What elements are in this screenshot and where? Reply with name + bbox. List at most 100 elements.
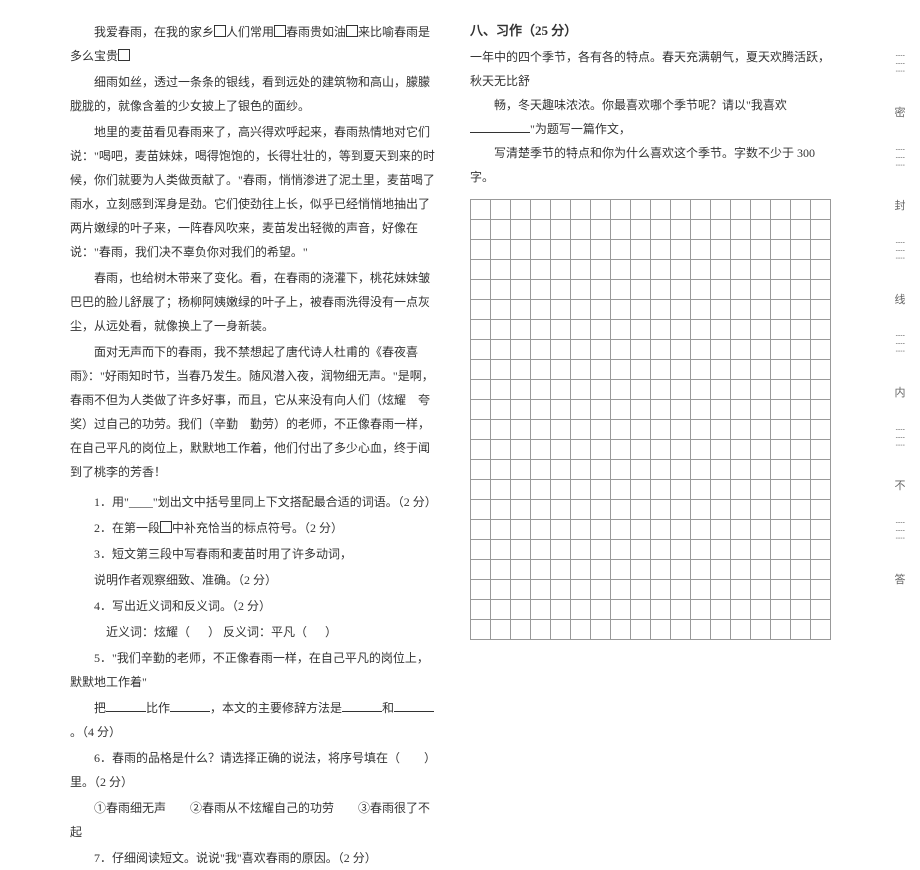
grid-cell[interactable]: [611, 460, 631, 480]
grid-cell[interactable]: [731, 240, 751, 260]
grid-cell[interactable]: [811, 380, 831, 400]
grid-cell[interactable]: [711, 520, 731, 540]
grid-cell[interactable]: [771, 240, 791, 260]
grid-cell[interactable]: [671, 200, 691, 220]
grid-cell[interactable]: [691, 500, 711, 520]
grid-cell[interactable]: [591, 340, 611, 360]
grid-cell[interactable]: [551, 360, 571, 380]
grid-cell[interactable]: [571, 320, 591, 340]
grid-cell[interactable]: [511, 380, 531, 400]
grid-cell[interactable]: [651, 500, 671, 520]
grid-cell[interactable]: [711, 360, 731, 380]
grid-cell[interactable]: [511, 280, 531, 300]
grid-cell[interactable]: [651, 580, 671, 600]
grid-cell[interactable]: [611, 260, 631, 280]
grid-cell[interactable]: [531, 240, 551, 260]
grid-cell[interactable]: [611, 300, 631, 320]
grid-cell[interactable]: [491, 260, 511, 280]
grid-cell[interactable]: [551, 320, 571, 340]
grid-cell[interactable]: [811, 520, 831, 540]
grid-cell[interactable]: [571, 300, 591, 320]
grid-cell[interactable]: [531, 460, 551, 480]
grid-cell[interactable]: [531, 320, 551, 340]
grid-cell[interactable]: [571, 540, 591, 560]
grid-cell[interactable]: [631, 480, 651, 500]
grid-cell[interactable]: [751, 260, 771, 280]
grid-cell[interactable]: [611, 380, 631, 400]
grid-cell[interactable]: [511, 260, 531, 280]
grid-cell[interactable]: [691, 540, 711, 560]
grid-cell[interactable]: [571, 220, 591, 240]
grid-cell[interactable]: [791, 520, 811, 540]
grid-cell[interactable]: [631, 200, 651, 220]
grid-cell[interactable]: [751, 300, 771, 320]
grid-cell[interactable]: [631, 280, 651, 300]
grid-cell[interactable]: [571, 600, 591, 620]
grid-cell[interactable]: [711, 320, 731, 340]
grid-cell[interactable]: [811, 560, 831, 580]
grid-cell[interactable]: [711, 260, 731, 280]
grid-cell[interactable]: [631, 260, 651, 280]
grid-cell[interactable]: [771, 540, 791, 560]
grid-cell[interactable]: [531, 560, 551, 580]
grid-cell[interactable]: [691, 260, 711, 280]
grid-cell[interactable]: [771, 360, 791, 380]
grid-cell[interactable]: [651, 320, 671, 340]
grid-cell[interactable]: [691, 600, 711, 620]
grid-cell[interactable]: [611, 280, 631, 300]
grid-cell[interactable]: [691, 400, 711, 420]
grid-cell[interactable]: [811, 400, 831, 420]
grid-cell[interactable]: [671, 340, 691, 360]
grid-cell[interactable]: [751, 200, 771, 220]
grid-cell[interactable]: [811, 420, 831, 440]
grid-cell[interactable]: [511, 300, 531, 320]
grid-cell[interactable]: [471, 500, 491, 520]
grid-cell[interactable]: [651, 520, 671, 540]
grid-cell[interactable]: [791, 420, 811, 440]
grid-cell[interactable]: [631, 560, 651, 580]
grid-cell[interactable]: [531, 480, 551, 500]
grid-cell[interactable]: [611, 360, 631, 380]
grid-cell[interactable]: [611, 420, 631, 440]
grid-cell[interactable]: [531, 400, 551, 420]
grid-cell[interactable]: [651, 260, 671, 280]
grid-cell[interactable]: [631, 220, 651, 240]
blank-input[interactable]: [394, 698, 434, 712]
grid-cell[interactable]: [671, 600, 691, 620]
grid-cell[interactable]: [731, 360, 751, 380]
grid-cell[interactable]: [791, 380, 811, 400]
grid-cell[interactable]: [471, 280, 491, 300]
grid-cell[interactable]: [591, 320, 611, 340]
grid-cell[interactable]: [611, 400, 631, 420]
grid-cell[interactable]: [671, 580, 691, 600]
grid-cell[interactable]: [591, 480, 611, 500]
grid-cell[interactable]: [751, 500, 771, 520]
grid-cell[interactable]: [571, 400, 591, 420]
grid-cell[interactable]: [651, 440, 671, 460]
grid-cell[interactable]: [471, 360, 491, 380]
grid-cell[interactable]: [591, 540, 611, 560]
grid-cell[interactable]: [771, 600, 791, 620]
grid-cell[interactable]: [591, 420, 611, 440]
grid-cell[interactable]: [751, 580, 771, 600]
grid-cell[interactable]: [591, 460, 611, 480]
grid-cell[interactable]: [691, 580, 711, 600]
grid-cell[interactable]: [551, 280, 571, 300]
grid-cell[interactable]: [551, 580, 571, 600]
grid-cell[interactable]: [571, 260, 591, 280]
grid-cell[interactable]: [511, 580, 531, 600]
grid-cell[interactable]: [771, 520, 791, 540]
grid-cell[interactable]: [511, 420, 531, 440]
grid-cell[interactable]: [511, 200, 531, 220]
grid-cell[interactable]: [691, 460, 711, 480]
grid-cell[interactable]: [771, 220, 791, 240]
grid-cell[interactable]: [811, 200, 831, 220]
grid-cell[interactable]: [691, 320, 711, 340]
grid-cell[interactable]: [771, 400, 791, 420]
grid-cell[interactable]: [651, 600, 671, 620]
grid-cell[interactable]: [731, 500, 751, 520]
grid-cell[interactable]: [491, 580, 511, 600]
grid-cell[interactable]: [791, 220, 811, 240]
grid-cell[interactable]: [671, 320, 691, 340]
grid-cell[interactable]: [751, 280, 771, 300]
